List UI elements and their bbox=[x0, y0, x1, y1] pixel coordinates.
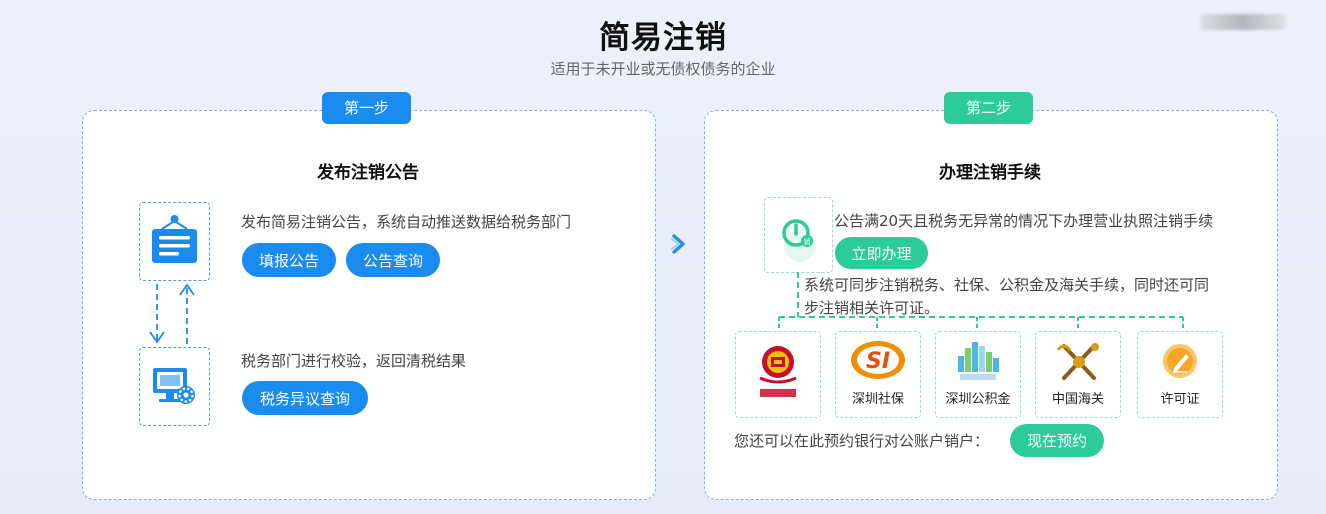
customs-emblem-icon bbox=[1056, 343, 1099, 380]
step2-badge: 第二步 bbox=[944, 92, 1033, 124]
fill-announcement-button[interactable]: 填报公告 bbox=[242, 243, 336, 277]
svg-text:SI: SI bbox=[866, 349, 890, 374]
social-security-logo[interactable]: SI 深圳社保 bbox=[835, 331, 921, 418]
page-subtitle: 适用于未开业或无债权债务的企业 bbox=[550, 60, 776, 78]
tax-bureau-emblem-icon bbox=[759, 346, 797, 397]
step2-text1: 公告满20天且税务无异常的情况下办理营业执照注销手续 bbox=[834, 212, 1214, 230]
chevron-right-icon bbox=[671, 234, 685, 254]
logo-label: 深圳公积金 bbox=[945, 392, 1011, 407]
computer-icon-box bbox=[139, 347, 210, 426]
step1-item2-text: 税务部门进行校验，返回清税结果 bbox=[241, 352, 467, 370]
handle-now-button[interactable]: 立即办理 bbox=[835, 237, 928, 269]
housing-fund-logo-icon bbox=[958, 342, 999, 380]
step2-title: 办理注销手续 bbox=[939, 163, 1041, 183]
announcement-icon-box bbox=[139, 202, 210, 281]
tax-objection-query-button[interactable]: 税务异议查询 bbox=[242, 381, 368, 415]
logo-label: 许可证 bbox=[1160, 392, 1200, 407]
logo-label: 深圳社保 bbox=[851, 392, 904, 407]
social-security-logo-icon: SI bbox=[851, 341, 905, 379]
power-off-icon: 销 bbox=[782, 219, 816, 262]
housing-fund-logo[interactable]: 深圳公积金 bbox=[935, 331, 1021, 418]
bank-reserve-text: 您还可以在此预约银行对公账户销户： bbox=[734, 432, 990, 450]
tax-bureau-logo[interactable] bbox=[735, 331, 821, 418]
blurred-user-info bbox=[1200, 14, 1286, 30]
deregister-icon-box: 销 bbox=[764, 197, 833, 273]
connector-lines bbox=[778, 272, 1184, 330]
license-icon bbox=[1163, 344, 1197, 378]
svg-text:销: 销 bbox=[804, 237, 811, 246]
reserve-now-button[interactable]: 现在预约 bbox=[1010, 424, 1104, 457]
customs-logo[interactable]: 中国海关 bbox=[1035, 331, 1121, 418]
step1-badge: 第一步 bbox=[322, 92, 411, 124]
announcement-query-button[interactable]: 公告查询 bbox=[346, 243, 440, 277]
logo-label: 中国海关 bbox=[1051, 392, 1104, 407]
license-logo[interactable]: 许可证 bbox=[1137, 331, 1223, 418]
step1-item1-text: 发布简易注销公告，系统自动推送数据给税务部门 bbox=[241, 213, 572, 231]
announcement-icon bbox=[152, 215, 197, 263]
flow-arrows bbox=[149, 283, 195, 344]
step1-title: 发布注销公告 bbox=[317, 163, 419, 183]
page-title: 简易注销 bbox=[599, 20, 727, 56]
computer-settings-icon bbox=[153, 368, 195, 404]
